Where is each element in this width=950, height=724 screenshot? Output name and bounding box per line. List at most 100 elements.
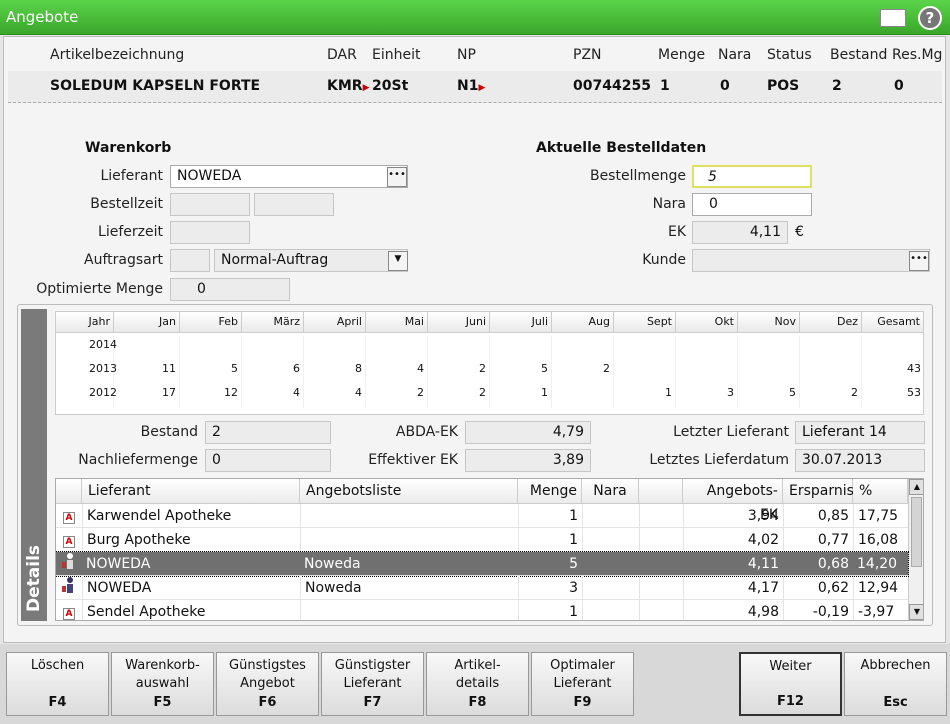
sales-stats-table: Jahr Jan Feb März April Mai Juni Juli Aug Sept Okt… (55, 311, 924, 415)
col-header-dar: DAR (327, 47, 357, 63)
fkey-f7-button[interactable]: Günstigster Lieferant F7 (321, 652, 424, 716)
offers-header-saving[interactable]: Ersparnis (783, 479, 854, 504)
offer-pct: 17,75 (853, 504, 908, 528)
chevron-down-icon[interactable]: ▼ (388, 251, 408, 271)
deliverytime-field[interactable] (170, 221, 250, 244)
stats-cell: 5 (738, 384, 800, 408)
offers-header-icon (56, 479, 82, 504)
article-unit: 20St (372, 78, 409, 94)
optqty-label: Optimierte Menge (36, 281, 163, 297)
scroll-thumb[interactable] (911, 497, 922, 567)
stats-cell (676, 336, 738, 360)
offers-scrollbar[interactable]: ▲ ▼ (908, 479, 923, 620)
stats-cell: 12 (180, 384, 242, 408)
order-nara-input[interactable]: 0 (692, 193, 812, 216)
ordertime-field-2[interactable] (254, 193, 334, 216)
supplier-input[interactable]: NOWEDA (170, 165, 408, 188)
stats-cell (552, 336, 614, 360)
ordertime-field-1[interactable] (170, 193, 250, 216)
customer-field[interactable] (692, 249, 930, 272)
order-ek-label: EK (667, 224, 686, 240)
stock-label: Bestand (140, 424, 198, 440)
customer-browse-button[interactable]: ••• (909, 251, 929, 271)
offer-qty: 5 (569, 556, 578, 572)
fkey-code: F12 (777, 694, 804, 709)
offer-price: 3,94 (683, 504, 783, 528)
col-header-resmg: Res.Mg (892, 47, 943, 63)
offers-header-nara[interactable]: Nara (582, 479, 639, 504)
stats-cell: 2012 (56, 384, 117, 408)
offer-price: 4,98 (683, 600, 783, 620)
offer-supplier: NOWEDA (86, 556, 151, 572)
fkey-f6-button[interactable]: Günstigstes Angebot F6 (216, 652, 319, 716)
offers-header-list[interactable]: Angebotsliste (300, 479, 518, 504)
table-row[interactable]: A Sendel Apotheke 1 4,98 -0,19 -3,97 (56, 600, 908, 620)
table-row[interactable]: NOWEDA Noweda 5 4,11 0,68 14,20 (56, 551, 909, 577)
stats-cell: 4 (366, 360, 428, 384)
stats-header-6: Juni (428, 312, 490, 333)
scroll-down-icon[interactable]: ▼ (909, 604, 923, 620)
fkey-f4-button[interactable]: Löschen F4 (6, 652, 109, 716)
fkey-label: Löschen (30, 658, 85, 673)
stats-cell (800, 336, 862, 360)
offer-supplier: Karwendel Apotheke (82, 504, 300, 528)
offers-header-pct[interactable]: % (853, 479, 908, 504)
ordertype-select[interactable]: Normal-Auftrag (214, 249, 408, 272)
table-row[interactable]: A Karwendel Apotheke 1 3,94 0,85 17,75 (56, 504, 908, 528)
fkey-code: F7 (363, 695, 382, 710)
fkey-code: F5 (153, 695, 172, 710)
offer-pct: 12,94 (853, 576, 908, 600)
offers-header-price[interactable]: Angebots-EK (683, 479, 783, 523)
abda-ek-field: 4,79 (465, 421, 591, 444)
stats-cell: 4 (242, 384, 304, 408)
backorder-field: 0 (205, 449, 331, 472)
fkey-f9-button[interactable]: Optimaler Lieferant F9 (531, 652, 634, 716)
fkey-f8-button[interactable]: Artikel-details F8 (426, 652, 529, 716)
fkey-esc-button[interactable]: Abbrechen Esc (844, 652, 947, 716)
stats-cell (862, 336, 924, 360)
offers-table: Lieferant Angebotsliste Menge Nara Angeb… (55, 478, 924, 621)
offers-header-supplier[interactable]: Lieferant (82, 479, 300, 504)
stats-cell: 3 (676, 384, 738, 408)
deliverytime-label: Lieferzeit (98, 224, 163, 240)
help-icon[interactable]: ? (918, 6, 942, 30)
article-np: N1▶ (457, 78, 486, 94)
order-ek-field: 4,11 (692, 221, 788, 244)
offer-price: 4,11 (747, 556, 779, 572)
fkey-f5-button[interactable]: Warenkorb-auswahl F5 (111, 652, 214, 716)
col-header-qty: Menge (658, 47, 706, 63)
stats-header-4: April (304, 312, 366, 333)
offer-list: Noweda (300, 576, 518, 600)
stats-cell: 1 (614, 384, 676, 408)
scroll-up-icon[interactable]: ▲ (909, 479, 923, 495)
stats-header-7: Juli (490, 312, 552, 333)
col-header-np: NP (457, 47, 476, 63)
note-icon[interactable] (880, 9, 906, 27)
stats-cell (800, 360, 862, 384)
fkey-code: F8 (468, 695, 487, 710)
offers-header-qty[interactable]: Menge (518, 479, 582, 504)
supplier-browse-button[interactable]: ••• (387, 167, 407, 187)
table-row[interactable]: A Burg Apotheke 1 4,02 0,77 16,08 (56, 528, 908, 552)
stats-cell (428, 336, 490, 360)
ordertype-code-field[interactable] (170, 249, 210, 272)
stats-cell: 43 (907, 362, 921, 375)
stats-cell: 8 (304, 360, 366, 384)
stats-cell (180, 336, 242, 360)
stats-header-1: Jan (114, 312, 180, 333)
abda-ek-label: ABDA-EK (395, 424, 458, 440)
offer-nara (582, 504, 639, 528)
stats-cell: 53 (907, 386, 921, 399)
offer-list (300, 504, 518, 528)
offer-pct: 14,20 (857, 556, 898, 572)
fkey-f12-button[interactable]: Weiter F12 (739, 652, 842, 716)
stats-cell (614, 360, 676, 384)
stats-header-3: März (242, 312, 304, 333)
order-qty-input[interactable]: 5 (692, 165, 812, 188)
currency-label: € (795, 224, 804, 240)
customer-label: Kunde (642, 252, 686, 268)
offer-saving: 0,68 (817, 556, 849, 572)
stats-cell: 2 (428, 360, 490, 384)
order-title: Aktuelle Bestelldaten (536, 140, 707, 156)
table-row[interactable]: NOWEDA Noweda 3 4,17 0,62 12,94 (56, 576, 908, 600)
